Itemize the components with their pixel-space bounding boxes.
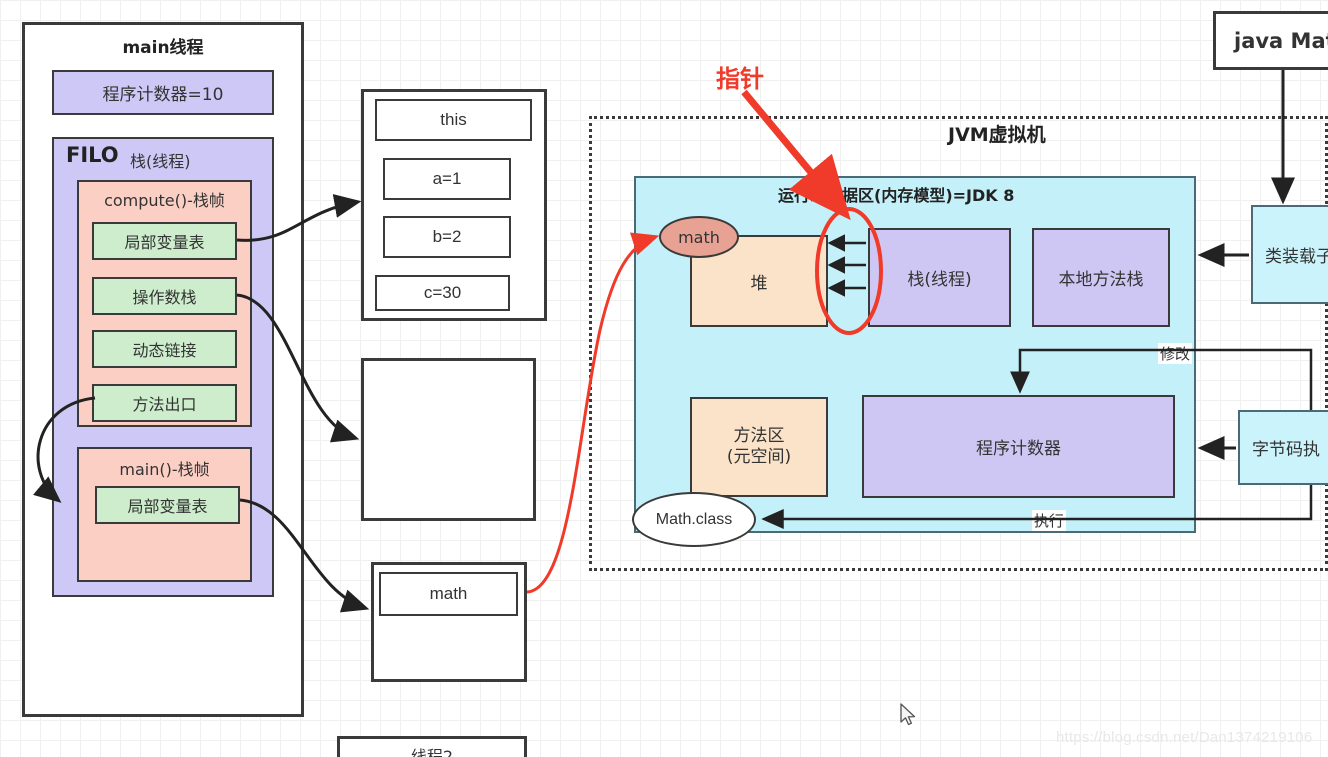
jvm-title: JVM虚拟机 [948, 124, 1046, 146]
heap-reference-slot-math: math [379, 572, 518, 616]
main-frame-title: main()-栈帧 [119, 460, 210, 479]
compute-local-variable-table: 局部变量表 [92, 222, 237, 260]
runtime-program-counter-box: 程序计数器 [862, 395, 1175, 498]
locals-slot-b: b=2 [383, 216, 511, 258]
stack-thread-label: 栈(线程) [130, 152, 191, 171]
locals-slot-c: c=30 [375, 275, 510, 311]
operand-stack-box [361, 358, 536, 521]
method-area-line2: (元空间) [726, 447, 792, 467]
diagram-canvas: main线程 程序计数器=10 FILO 栈(线程) compute()-栈帧 … [0, 0, 1328, 757]
heap-math-object: math [659, 216, 739, 258]
main-thread-title: main线程 [122, 38, 204, 58]
compute-operand-stack: 操作数栈 [92, 277, 237, 315]
method-area-box: 方法区 (元空间) [690, 397, 828, 497]
watermark: https://blog.csdn.net/Dan1374219106 [1056, 729, 1313, 746]
main-thread-program-counter: 程序计数器=10 [52, 70, 274, 115]
java-source-box: java Math [1213, 11, 1328, 70]
compute-method-exit: 方法出口 [92, 384, 237, 422]
thread2-box: 线程2 [337, 736, 527, 757]
compute-frame-title: compute()-栈帧 [104, 191, 225, 210]
math-class-object: Math.class [632, 492, 756, 547]
bytecode-engine-box: 字节码执 [1238, 410, 1328, 485]
locals-slot-a: a=1 [383, 158, 511, 200]
pointer-annotation-label: 指针 [716, 65, 764, 93]
main-local-variable-table: 局部变量表 [95, 486, 240, 524]
edge-label-execute: 执行 [1032, 510, 1067, 531]
class-loader-box: 类装载子 [1251, 205, 1328, 304]
stack-filo-label: FILO [66, 143, 119, 167]
edge-label-modify: 修改 [1158, 343, 1193, 364]
native-method-stack-box: 本地方法栈 [1032, 228, 1170, 327]
runtime-stack-box: 栈(线程) [868, 228, 1011, 327]
thread2-title: 线程2 [410, 747, 454, 757]
method-area-line1: 方法区 [733, 425, 785, 446]
compute-dynamic-link: 动态链接 [92, 330, 237, 368]
runtime-data-area-title: 运行时数据区(内存模型)=JDK 8 [778, 186, 1015, 205]
locals-slot-this: this [375, 99, 532, 141]
mouse-pointer-icon [900, 703, 916, 726]
